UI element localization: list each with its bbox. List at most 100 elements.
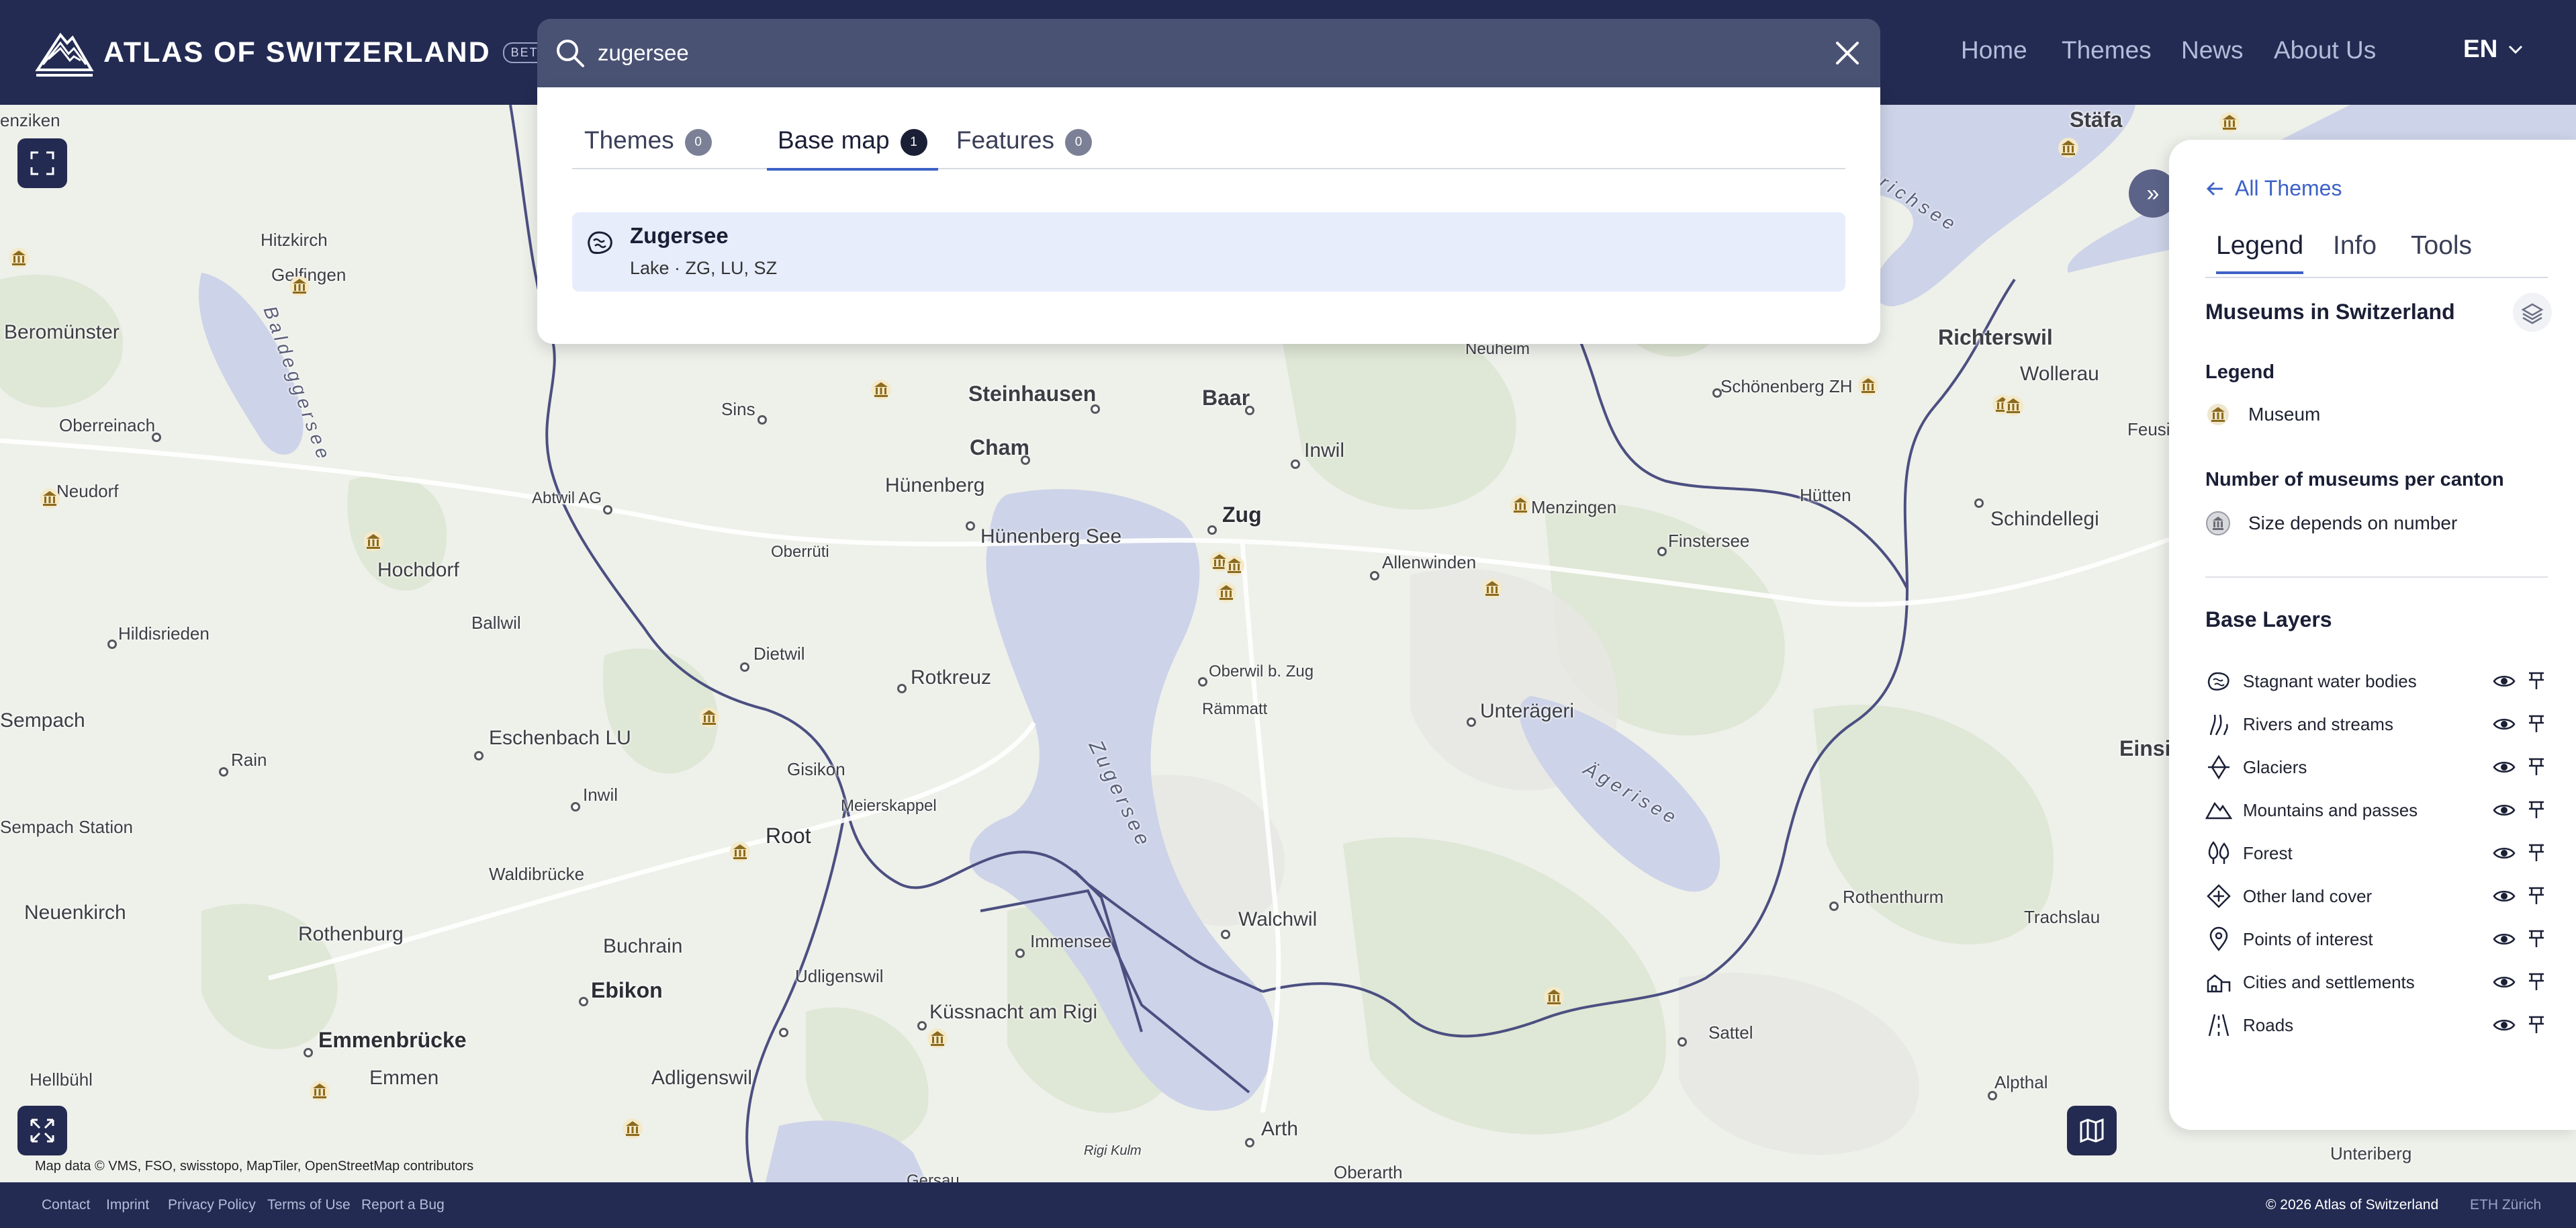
place-label: Gisikon [787, 759, 845, 779]
eye-icon[interactable] [2493, 971, 2516, 994]
tab-tools[interactable]: Tools [2411, 231, 2472, 261]
settlement-dot [107, 640, 117, 649]
map-icon [2080, 1118, 2104, 1143]
footer-link-privacy[interactable]: Privacy Policy [168, 1197, 256, 1213]
museum-marker-icon[interactable] [729, 841, 751, 863]
settlement-dot [917, 1021, 927, 1030]
tab-base-map[interactable]: Base map 1 [767, 126, 938, 171]
museum-marker-icon[interactable] [1224, 555, 1245, 576]
museum-marker-icon[interactable] [1481, 578, 1503, 599]
museum-marker-icon[interactable] [622, 1118, 643, 1139]
museum-marker-icon[interactable] [927, 1028, 948, 1049]
place-label: Immensee [1030, 931, 1112, 951]
place-label: Rotkreuz [911, 666, 992, 689]
place-label: Inwil [1304, 439, 1345, 462]
museum-marker-icon[interactable] [1857, 375, 1879, 396]
layers-button[interactable] [2513, 293, 2552, 332]
pin-icon[interactable] [2525, 670, 2548, 693]
settlement-dot [1245, 406, 1254, 415]
footer-link-imprint[interactable]: Imprint [106, 1197, 149, 1213]
eye-icon[interactable] [2493, 842, 2516, 865]
nav-about[interactable]: About Us [2274, 36, 2376, 64]
language-label: EN [2463, 35, 2498, 62]
nav-home[interactable]: Home [1961, 36, 2027, 64]
museum-marker-icon[interactable] [1510, 494, 1531, 516]
layer-name: Stagnant water bodies [2243, 670, 2417, 691]
expand-button[interactable] [17, 1106, 67, 1155]
eye-icon[interactable] [2493, 713, 2516, 736]
pin-icon[interactable] [2525, 885, 2548, 908]
settlement-dot [152, 433, 161, 442]
layer-row: Roads [2205, 1009, 2548, 1041]
place-label: Oberreinach [59, 415, 156, 435]
fullscreen-button[interactable] [17, 138, 67, 188]
eye-icon[interactable] [2493, 885, 2516, 908]
tab-info[interactable]: Info [2333, 231, 2377, 261]
chevron-down-icon [2509, 45, 2523, 54]
footer: Contact Imprint Privacy Policy Terms of … [0, 1182, 2576, 1228]
eye-icon[interactable] [2493, 1014, 2516, 1037]
museum-marker-icon[interactable] [2003, 395, 2024, 416]
place-label: Gersau [907, 1172, 960, 1182]
tab-themes[interactable]: Themes 0 [584, 126, 712, 169]
tab-legend[interactable]: Legend [2216, 231, 2304, 274]
pin-icon[interactable] [2525, 713, 2548, 736]
museum-marker-icon[interactable] [1543, 986, 1565, 1008]
footer-link-contact[interactable]: Contact [42, 1197, 90, 1213]
pin-icon[interactable] [2525, 1014, 2548, 1037]
basemap-switch-button[interactable] [2067, 1106, 2117, 1155]
footer-link-report-bug[interactable]: Report a Bug [361, 1197, 445, 1213]
eye-icon[interactable] [2493, 799, 2516, 822]
expand-arrows-icon [30, 1119, 54, 1143]
tab-features[interactable]: Features 0 [956, 126, 1093, 169]
pin-icon[interactable] [2525, 756, 2548, 779]
mountain-logo-icon [35, 32, 94, 77]
theme-panel: All Themes Legend Info Tools Museums in … [2169, 140, 2576, 1130]
museum-marker-icon[interactable] [8, 247, 30, 269]
count-badge: 0 [1065, 129, 1093, 156]
museum-marker-icon[interactable] [870, 379, 892, 400]
museum-marker-icon[interactable] [309, 1080, 330, 1102]
map-attribution: Map data © VMS, FSO, swisstopo, MapTiler… [35, 1159, 474, 1174]
settlement-dot [1829, 902, 1839, 911]
museum-marker-icon[interactable] [2219, 112, 2240, 133]
settlement-dot [779, 1028, 788, 1037]
search-result-item[interactable]: Zugersee Lake · ZG, LU, SZ [572, 212, 1845, 292]
result-subtitle: Lake · ZG, LU, SZ [630, 258, 778, 278]
nav-themes[interactable]: Themes [2062, 36, 2152, 64]
settlement-dot [1245, 1138, 1254, 1147]
divider [2205, 576, 2548, 578]
museum-marker-icon[interactable] [1215, 582, 1237, 603]
close-icon[interactable] [1831, 36, 1864, 70]
pin-icon[interactable] [2525, 928, 2548, 951]
place-label: Sempach Station [0, 817, 134, 837]
place-label: Hünenberg [885, 474, 985, 496]
pin-icon[interactable] [2525, 799, 2548, 822]
place-label: Oberwil b. Zug [1209, 662, 1314, 681]
poi-icon [2209, 926, 2228, 952]
place-label: Einsi [2119, 736, 2171, 760]
search-input[interactable] [598, 31, 1793, 75]
eye-icon[interactable] [2493, 928, 2516, 951]
pin-icon[interactable] [2525, 842, 2548, 865]
nav-news[interactable]: News [2181, 36, 2244, 64]
result-title: Zugersee [630, 223, 729, 248]
fullscreen-icon [30, 151, 54, 175]
eye-icon[interactable] [2493, 756, 2516, 779]
pin-icon[interactable] [2525, 971, 2548, 994]
place-label: Finstersee [1668, 531, 1750, 551]
atlas-logo[interactable]: ATLAS OF SWITZERLAND BETA [34, 23, 555, 82]
language-selector[interactable]: EN [2463, 35, 2524, 63]
museum-marker-icon[interactable] [289, 275, 310, 297]
all-themes-link[interactable]: All Themes [2205, 176, 2342, 201]
settlement-dot [1221, 930, 1230, 939]
museum-marker-icon[interactable] [39, 488, 60, 509]
museum-marker-icon[interactable] [698, 707, 720, 728]
place-label: Udligenswil [795, 966, 884, 986]
museum-marker-icon[interactable] [2058, 137, 2079, 159]
footer-link-terms[interactable]: Terms of Use [267, 1197, 351, 1213]
eye-icon[interactable] [2493, 670, 2516, 693]
museum-marker-icon[interactable] [363, 531, 384, 552]
settlement-dot [757, 415, 767, 425]
river-icon [2209, 714, 2228, 736]
